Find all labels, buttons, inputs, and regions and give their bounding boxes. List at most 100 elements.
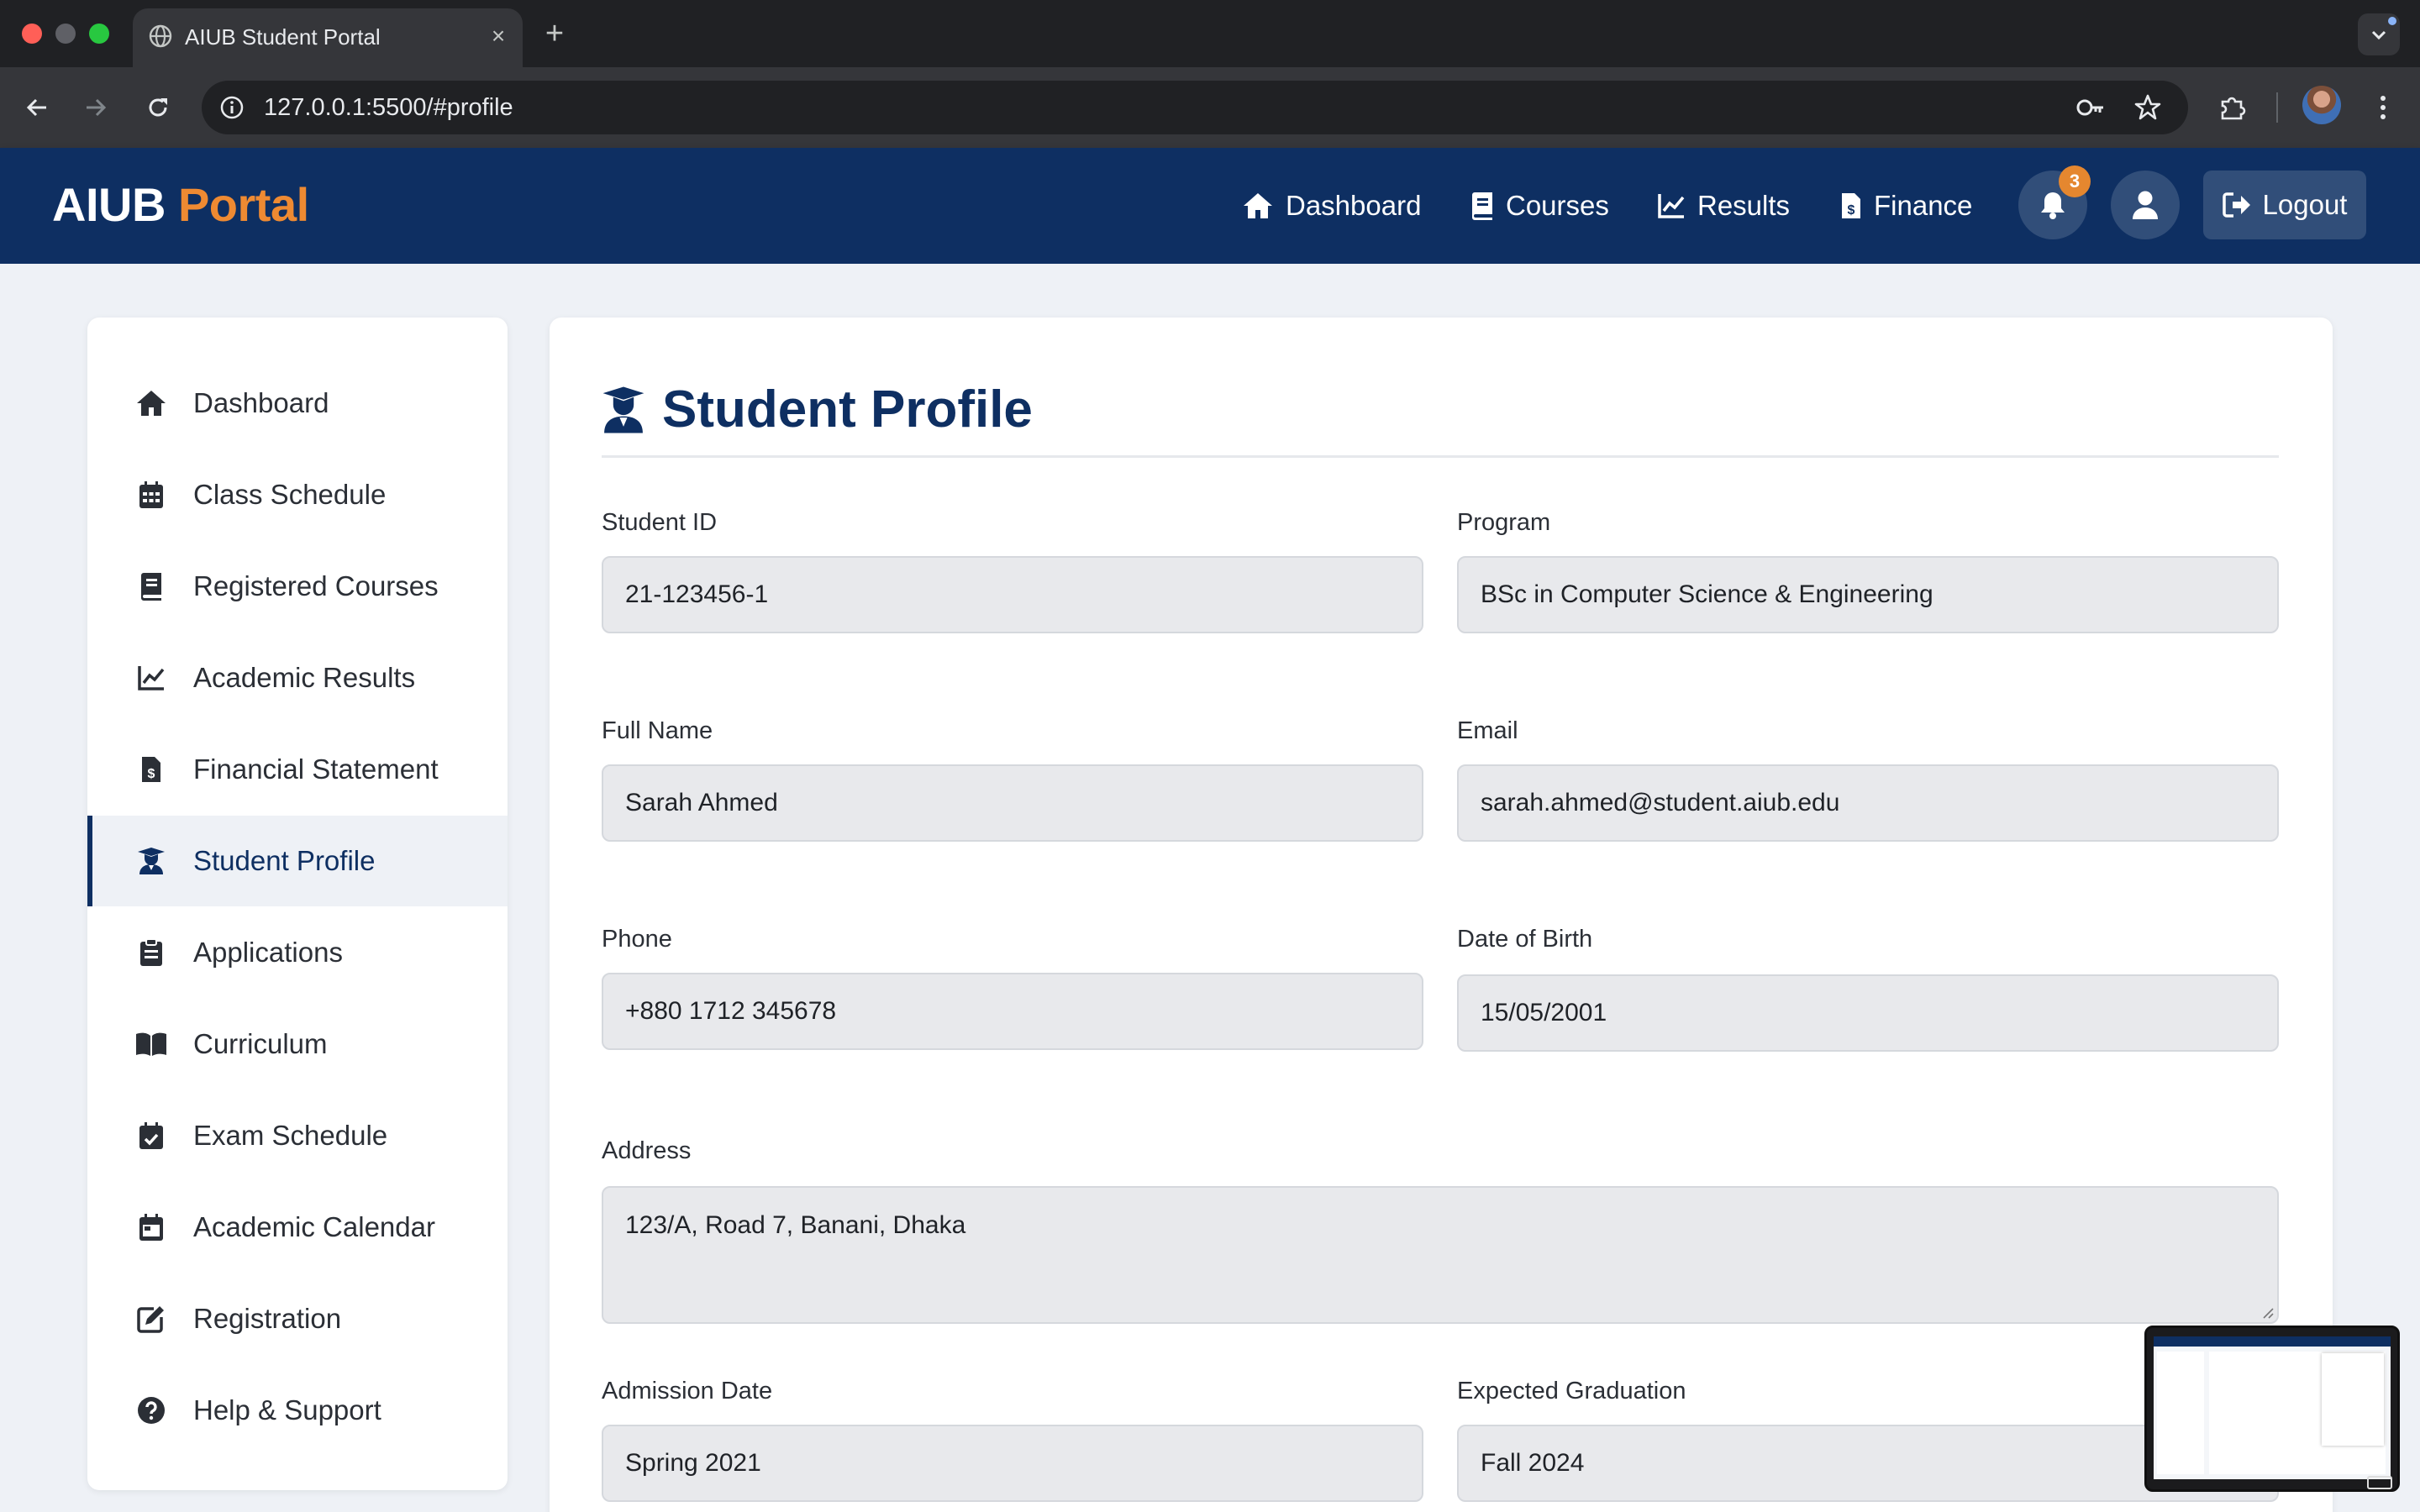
nav-label: Courses <box>1506 190 1609 221</box>
sidebar-item-label: Curriculum <box>193 1028 328 1059</box>
sidebar-item-registration[interactable]: Registration <box>87 1273 508 1364</box>
title-divider <box>602 455 2279 458</box>
date-of-birth-field[interactable]: 15/05/2001 <box>1457 974 2279 1052</box>
open-book-icon <box>134 1027 168 1061</box>
book-icon <box>134 570 168 603</box>
nav-results[interactable]: Results <box>1657 181 1790 230</box>
toolbar-divider <box>2276 92 2278 123</box>
calendar-check-icon <box>134 1119 168 1152</box>
profile-card: Student Profile Student ID 21-123456-1 P… <box>550 318 2333 1512</box>
portal-header: AIUB Portal Dashboard Courses Results $ … <box>0 148 2420 264</box>
nav-dashboard[interactable]: Dashboard <box>1242 181 1421 230</box>
forward-button[interactable] <box>76 87 116 128</box>
sidebar-item-label: Dashboard <box>193 387 329 418</box>
reload-icon <box>149 98 167 117</box>
logout-button[interactable]: Logout <box>2203 171 2366 239</box>
sidebar-item-exam-schedule[interactable]: Exam Schedule <box>87 1090 508 1181</box>
puzzle-icon <box>2221 97 2246 120</box>
sidebar-item-help-support[interactable]: Help & Support <box>87 1365 508 1456</box>
back-button[interactable] <box>17 87 57 128</box>
sidebar-item-label: Registration <box>193 1303 342 1334</box>
resize-handle-icon[interactable] <box>2260 1305 2274 1319</box>
thumbnail-window-icon <box>2367 1476 2392 1489</box>
date-of-birth-label: Date of Birth <box>1457 926 1593 953</box>
site-info-icon[interactable] <box>213 89 250 126</box>
more-vertical-icon <box>2381 96 2386 119</box>
browser-profile-avatar[interactable] <box>2302 86 2341 124</box>
portal-logo[interactable]: AIUB Portal <box>52 173 309 237</box>
sidebar-item-label: Help & Support <box>193 1394 381 1425</box>
svg-text:$: $ <box>148 767 155 781</box>
sidebar-item-financial-statement[interactable]: $ Financial Statement <box>87 724 508 815</box>
bookmark-star-icon[interactable] <box>2129 89 2166 126</box>
sidebar-item-student-profile[interactable]: Student Profile <box>87 816 508 906</box>
user-icon <box>2133 191 2158 219</box>
tab-close-icon[interactable]: × <box>486 24 511 49</box>
globe-icon <box>148 24 173 49</box>
address-value: 123/A, Road 7, Banani, Dhaka <box>625 1211 966 1239</box>
graduate-icon <box>134 844 168 878</box>
email-label: Email <box>1457 717 1518 744</box>
full-name-label: Full Name <box>602 717 713 744</box>
screenshot-thumbnail[interactable] <box>2144 1326 2400 1492</box>
sidebar-item-label: Financial Statement <box>193 753 439 785</box>
logo-text-accent: Portal <box>177 178 309 231</box>
bell-icon <box>2041 192 2065 219</box>
invoice-dollar-icon: $ <box>134 753 168 786</box>
home-icon <box>134 386 168 420</box>
maximize-window-button[interactable] <box>89 24 109 44</box>
reload-button[interactable] <box>138 87 178 128</box>
address-bar[interactable]: 127.0.0.1:5500/#profile <box>202 81 2188 134</box>
sidebar-item-label: Academic Results <box>193 662 416 693</box>
program-field[interactable]: BSc in Computer Science & Engineering <box>1457 556 2279 633</box>
graduate-icon <box>602 386 644 433</box>
email-field[interactable]: sarah.ahmed@student.aiub.edu <box>1457 764 2279 842</box>
arrow-right-icon <box>87 98 107 117</box>
page-content: Dashboard Class Schedule Registered Cour… <box>0 264 2420 1512</box>
close-window-button[interactable] <box>22 24 42 44</box>
minimize-window-button[interactable] <box>55 24 76 44</box>
full-name-field[interactable]: Sarah Ahmed <box>602 764 1423 842</box>
program-label: Program <box>1457 509 1551 536</box>
browser-tab[interactable]: AIUB Student Portal × <box>133 8 523 67</box>
nav-finance[interactable]: $ Finance <box>1840 181 1972 230</box>
student-id-field[interactable]: 21-123456-1 <box>602 556 1423 633</box>
arrow-left-icon <box>26 98 46 117</box>
sidebar-item-class-schedule[interactable]: Class Schedule <box>87 449 508 540</box>
tab-title: AIUB Student Portal <box>185 24 381 50</box>
admission-date-field[interactable]: Spring 2021 <box>602 1425 1423 1502</box>
chevron-down-icon <box>2371 30 2386 40</box>
nav-label: Dashboard <box>1286 190 1422 221</box>
sidebar-item-label: Academic Calendar <box>193 1211 435 1242</box>
sidebar-item-applications[interactable]: Applications <box>87 907 508 998</box>
browser-menu-button[interactable] <box>2363 87 2403 128</box>
notifications-button[interactable]: 3 <box>2018 165 2091 239</box>
url-text[interactable]: 127.0.0.1:5500/#profile <box>264 81 513 134</box>
book-icon <box>1472 192 1492 220</box>
logo-text-primary: AIUB <box>52 178 166 231</box>
sign-out-icon <box>2222 192 2250 218</box>
nav-label: Results <box>1697 190 1791 221</box>
chart-line-icon <box>1658 194 1685 218</box>
logout-label: Logout <box>2262 189 2348 220</box>
sidebar-item-curriculum[interactable]: Curriculum <box>87 999 508 1089</box>
extensions-button[interactable] <box>2212 87 2252 128</box>
sidebar-item-academic-calendar[interactable]: Academic Calendar <box>87 1182 508 1273</box>
nav-courses[interactable]: Courses <box>1470 181 1609 230</box>
phone-label: Phone <box>602 926 672 953</box>
sidebar: Dashboard Class Schedule Registered Cour… <box>87 318 508 1490</box>
address-textarea[interactable]: 123/A, Road 7, Banani, Dhaka <box>602 1186 2279 1324</box>
user-menu-button[interactable] <box>2111 171 2180 239</box>
sidebar-item-dashboard[interactable]: Dashboard <box>87 358 508 449</box>
new-tab-button[interactable]: + <box>538 15 571 52</box>
sidebar-item-academic-results[interactable]: Academic Results <box>87 633 508 723</box>
notification-count-badge: 3 <box>2059 165 2091 197</box>
tab-search-button[interactable] <box>2358 13 2400 55</box>
thumbnail-screen <box>2154 1336 2391 1479</box>
phone-field[interactable]: +880 1712 345678 <box>602 973 1423 1050</box>
key-icon[interactable] <box>2072 89 2109 126</box>
nav-label: Finance <box>1874 190 1973 221</box>
sidebar-item-label: Registered Courses <box>193 570 439 601</box>
sidebar-item-registered-courses[interactable]: Registered Courses <box>87 541 508 632</box>
page-title: Student Profile <box>662 381 1033 438</box>
